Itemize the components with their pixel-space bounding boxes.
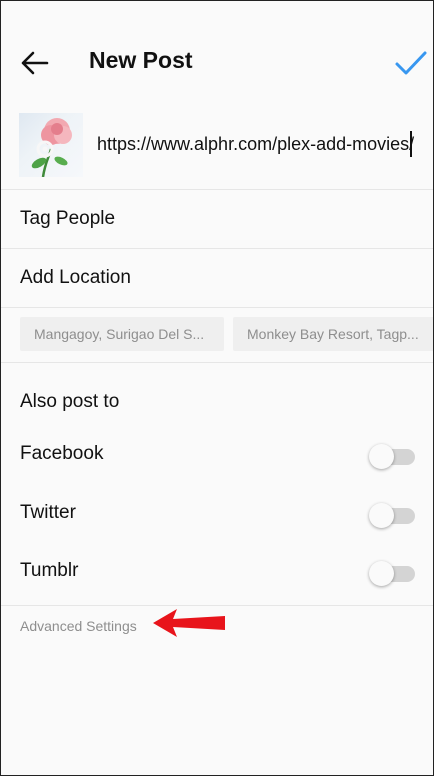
also-post-to-heading: Also post to bbox=[20, 391, 120, 412]
location-chip[interactable]: Mangagoy, Surigao Del S... bbox=[20, 317, 224, 351]
share-tumblr-row: Tumblr bbox=[1, 554, 433, 604]
toggle-knob bbox=[369, 561, 394, 586]
text-cursor bbox=[410, 131, 412, 157]
facebook-toggle[interactable] bbox=[369, 443, 417, 469]
post-thumbnail bbox=[19, 113, 83, 177]
share-facebook-label: Facebook bbox=[20, 443, 104, 464]
caption-row bbox=[1, 107, 433, 190]
tag-people-label: Tag People bbox=[20, 208, 116, 229]
red-arrow-icon bbox=[153, 609, 225, 637]
new-post-screen: New Post Tag People Add Location bbox=[0, 0, 434, 776]
caption-input[interactable] bbox=[97, 132, 417, 156]
toggle-knob bbox=[369, 503, 394, 528]
arrow-left-icon[interactable] bbox=[17, 45, 53, 81]
twitter-toggle[interactable] bbox=[369, 502, 417, 528]
top-bar: New Post bbox=[1, 1, 433, 101]
rose-photo-icon bbox=[31, 118, 72, 177]
advanced-settings-link[interactable]: Advanced Settings bbox=[20, 618, 137, 634]
location-chip[interactable]: Monkey Bay Resort, Tagp... bbox=[233, 317, 433, 351]
toggle-knob bbox=[369, 444, 394, 469]
checkmark-icon[interactable] bbox=[393, 45, 429, 81]
location-suggestions: Mangagoy, Surigao Del S... Monkey Bay Re… bbox=[1, 308, 433, 363]
share-facebook-row: Facebook bbox=[1, 437, 433, 487]
tag-people-row[interactable]: Tag People bbox=[1, 190, 433, 249]
share-twitter-label: Twitter bbox=[20, 502, 76, 523]
share-twitter-row: Twitter bbox=[1, 496, 433, 546]
tumblr-toggle[interactable] bbox=[369, 560, 417, 586]
page-title: New Post bbox=[89, 47, 193, 73]
add-location-row[interactable]: Add Location bbox=[1, 249, 433, 308]
share-tumblr-label: Tumblr bbox=[20, 560, 79, 581]
add-location-label: Add Location bbox=[20, 267, 131, 288]
